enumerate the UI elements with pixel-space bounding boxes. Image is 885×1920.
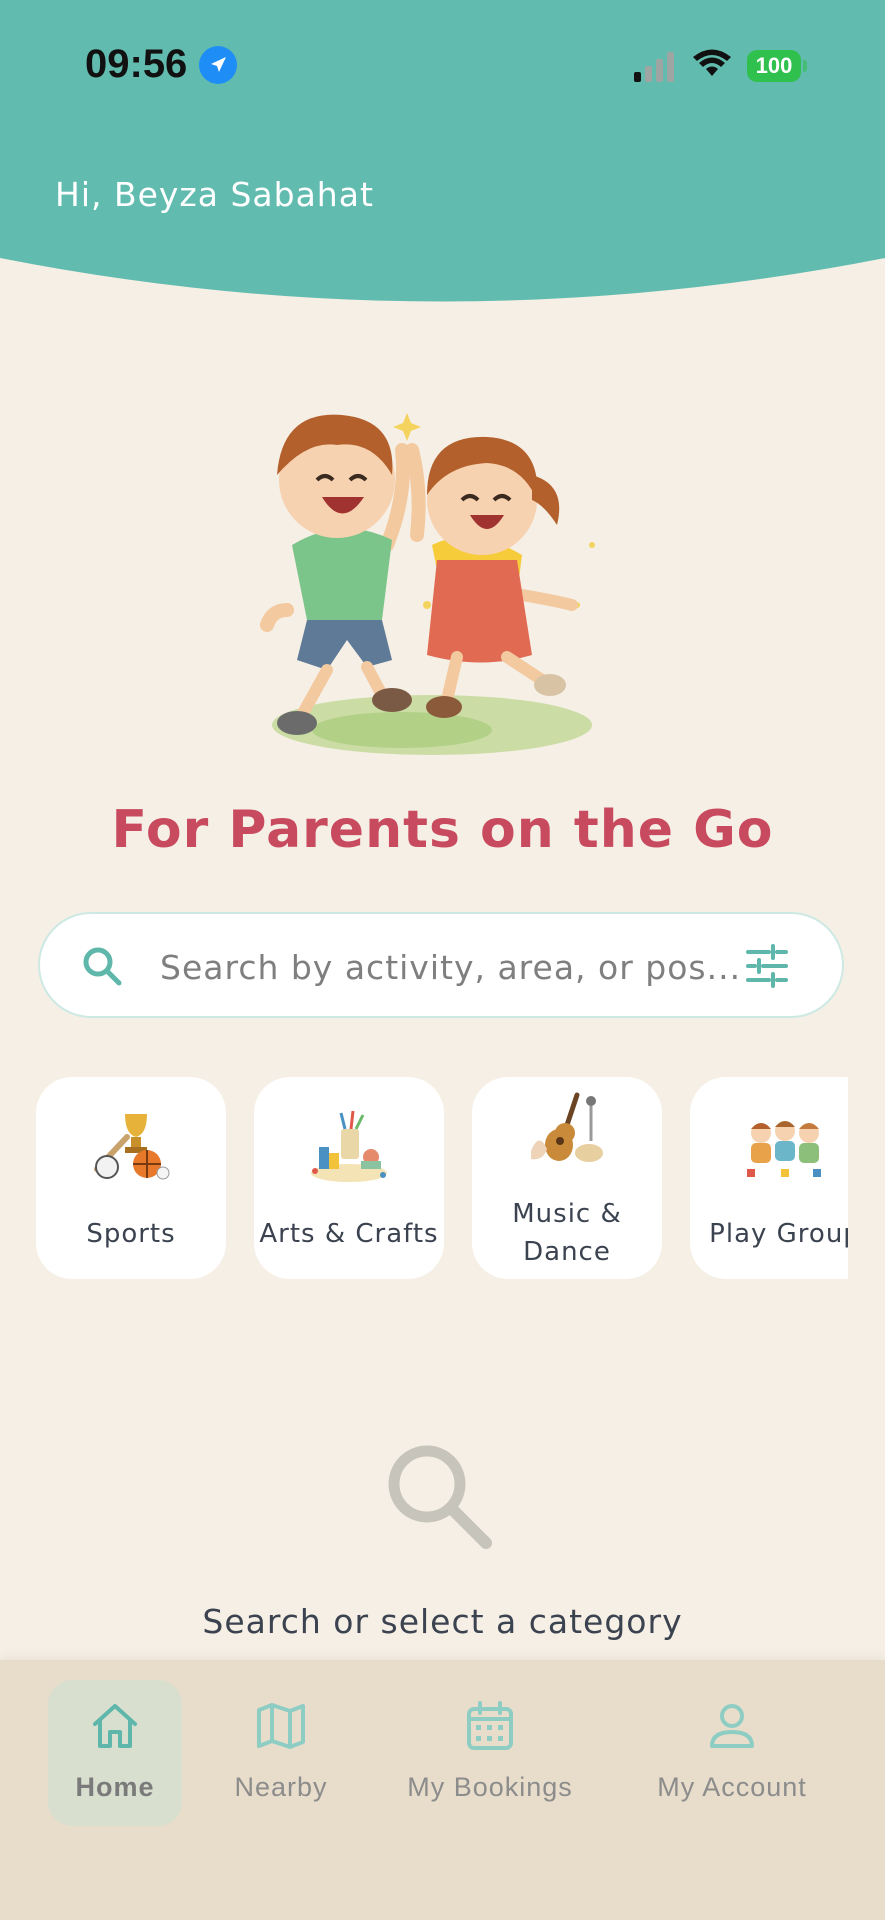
home-screen: 09:56 100 Hi, Beyza Sabahat For Parents … <box>0 0 885 1920</box>
map-icon <box>257 1703 305 1749</box>
category-play-group[interactable]: Play Group <box>690 1077 848 1279</box>
search-bar[interactable] <box>38 912 844 1018</box>
category-label: Sports <box>86 1219 176 1249</box>
nav-label: My Account <box>657 1772 807 1802</box>
guitar-icon <box>531 1092 603 1162</box>
empty-search-icon <box>388 1445 492 1549</box>
location-arrow-icon <box>199 46 237 84</box>
header: 09:56 100 Hi, Beyza Sabahat <box>0 0 885 310</box>
cellular-signal-icon <box>634 52 674 82</box>
nav-my-account[interactable]: My Account <box>640 1680 824 1826</box>
nav-nearby[interactable]: Nearby <box>216 1680 346 1826</box>
category-label: Play Group <box>709 1219 848 1249</box>
battery-level: 100 <box>747 50 801 82</box>
children-playing-icon <box>747 1121 821 1177</box>
category-music-dance[interactable]: Music & Dance <box>472 1077 662 1279</box>
calendar-icon <box>467 1701 513 1750</box>
nav-label: Home <box>75 1772 155 1802</box>
sports-equipment-icon <box>94 1114 170 1180</box>
search-input[interactable] <box>158 936 762 998</box>
nav-label: Nearby <box>234 1772 328 1802</box>
kids-high-five-illustration <box>260 413 595 755</box>
battery-indicator: 100 <box>747 50 807 82</box>
bottom-navigation: Home Nearby My Bookings My Account <box>0 1660 885 1920</box>
greeting-text: Hi, Beyza Sabahat <box>55 175 374 214</box>
battery-tip <box>803 60 807 72</box>
category-list: Sports Arts & Crafts Music & Dance Play … <box>36 1077 848 1280</box>
filter-sliders-icon[interactable] <box>745 944 789 988</box>
empty-state-text: Search or select a category <box>202 1602 683 1641</box>
category-arts-crafts[interactable]: Arts & Crafts <box>254 1077 444 1279</box>
nav-label: My Bookings <box>407 1772 573 1802</box>
search-icon <box>83 947 122 986</box>
status-time: 09:56 <box>85 42 188 86</box>
nav-my-bookings[interactable]: My Bookings <box>390 1680 590 1826</box>
category-label: Arts & Crafts <box>259 1219 439 1249</box>
nav-home[interactable]: Home <box>48 1680 182 1826</box>
category-label: Music & Dance <box>512 1199 622 1267</box>
tagline: For Parents on the Go <box>111 800 774 860</box>
person-icon <box>710 1704 754 1748</box>
category-sports[interactable]: Sports <box>36 1077 226 1279</box>
home-icon <box>93 1704 137 1748</box>
wifi-icon <box>693 49 731 76</box>
art-supplies-icon <box>311 1110 387 1182</box>
